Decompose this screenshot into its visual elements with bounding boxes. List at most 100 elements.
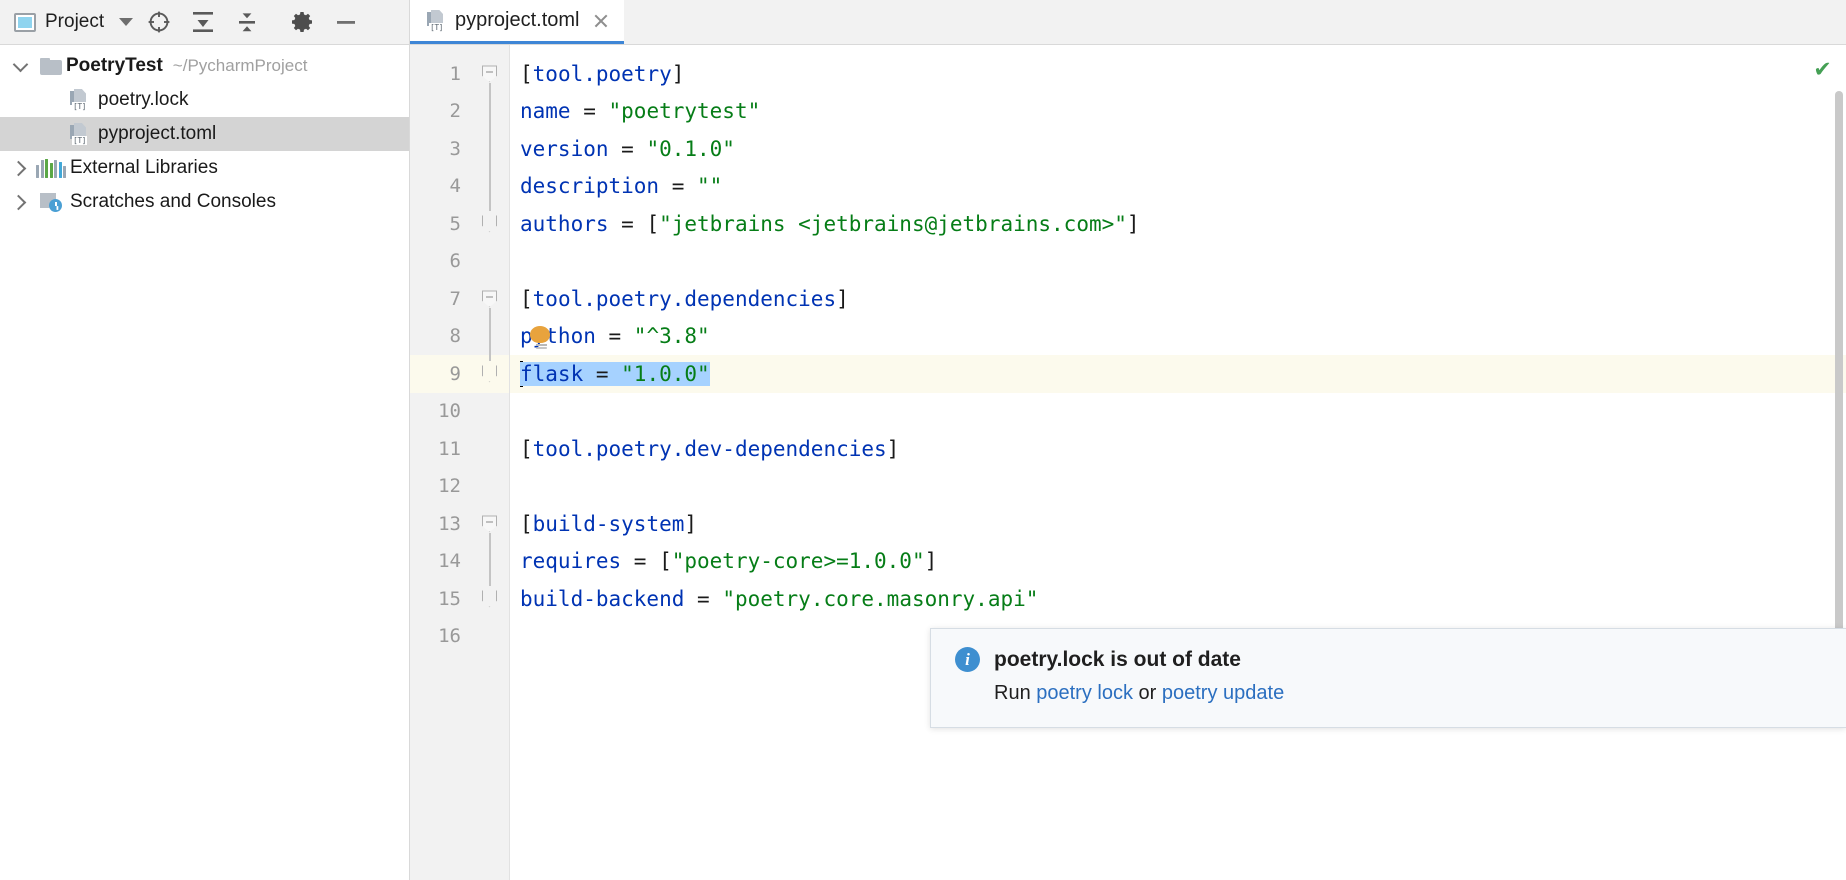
expand-all-button[interactable] <box>181 0 225 44</box>
code-line[interactable]: requires = ["poetry-core>=1.0.0"] <box>510 543 1846 581</box>
gutter-line-number[interactable]: 8 <box>410 318 509 356</box>
chevron-down-icon[interactable] <box>119 18 133 26</box>
gutter-line-number[interactable]: 14 <box>410 543 509 581</box>
code-line[interactable]: [tool.poetry] <box>510 55 1846 93</box>
tree-item-label: Scratches and Consoles <box>70 191 276 213</box>
tree-item-pyproject-toml[interactable]: [T] pyproject.toml <box>0 117 409 151</box>
intention-bulb-icon[interactable] <box>530 326 552 348</box>
code-token: = <box>583 362 621 386</box>
code-line[interactable] <box>510 393 1846 431</box>
project-panel-icon <box>14 13 36 32</box>
code-token: "" <box>697 174 722 198</box>
code-editor[interactable]: 12345678910111213141516 ✔ [tool.poetry]n… <box>410 45 1846 880</box>
gutter-line-number[interactable]: 16 <box>410 618 509 656</box>
info-icon: i <box>955 647 980 672</box>
gutter-line-number[interactable]: 6 <box>410 243 509 281</box>
code-token: = [ <box>621 549 672 573</box>
fold-region-end-icon[interactable] <box>482 215 497 232</box>
inspection-ok-icon[interactable]: ✔ <box>1815 55 1830 80</box>
code-text: build-backend = "poetry.core.masonry.api… <box>520 587 1038 611</box>
gutter-line-number[interactable]: 13 <box>410 505 509 543</box>
tree-item-path: ~/PycharmProject <box>173 56 308 76</box>
notification-title: poetry.lock is out of date <box>994 648 1241 672</box>
poetry-lock-link[interactable]: poetry lock <box>1036 682 1133 704</box>
fold-region-guide <box>489 83 490 211</box>
gutter-line-number[interactable]: 3 <box>410 130 509 168</box>
tree-item-scratches-and-consoles[interactable]: Scratches and Consoles <box>0 185 409 219</box>
poetry-update-link[interactable]: poetry update <box>1162 682 1284 704</box>
code-token: "poetry-core>=1.0.0" <box>672 549 925 573</box>
close-icon[interactable] <box>592 12 610 30</box>
code-line[interactable]: version = "0.1.0" <box>510 130 1846 168</box>
code-token: = <box>571 99 609 123</box>
code-line[interactable]: [tool.poetry.dev-dependencies] <box>510 430 1846 468</box>
gutter-line-number[interactable]: 9 <box>410 355 509 393</box>
fold-region-end-icon[interactable] <box>482 365 497 382</box>
fold-region-guide <box>489 308 490 361</box>
gutter-line-number[interactable]: 7 <box>410 280 509 318</box>
gutter-line-number[interactable]: 2 <box>410 93 509 131</box>
code-token: "0.1.0" <box>646 137 735 161</box>
fold-collapse-icon[interactable] <box>482 290 497 307</box>
editor-gutter[interactable]: 12345678910111213141516 <box>410 45 510 880</box>
expand-arrow[interactable] <box>4 197 36 208</box>
tree-item-poetry-lock[interactable]: [T] poetry.lock <box>0 83 409 117</box>
project-toolwindow-header: Project <box>0 0 410 44</box>
code-line[interactable]: flask = "1.0.0" <box>510 355 1846 393</box>
fold-region-end-icon[interactable] <box>482 590 497 607</box>
code-token: ] <box>672 62 685 86</box>
code-line[interactable]: name = "poetrytest" <box>510 93 1846 131</box>
expand-arrow[interactable] <box>4 163 36 174</box>
select-opened-file-button[interactable] <box>137 0 181 44</box>
collapse-all-button[interactable] <box>225 0 269 44</box>
code-line[interactable]: build-backend = "poetry.core.masonry.api… <box>510 580 1846 618</box>
expand-all-icon <box>190 9 216 35</box>
toml-file-icon: [T] <box>426 10 446 32</box>
scratches-icon <box>36 192 66 212</box>
tree-item-external-libraries[interactable]: External Libraries <box>0 151 409 185</box>
code-token: ] <box>1127 212 1140 236</box>
gutter-line-number[interactable]: 12 <box>410 468 509 506</box>
code-token: version <box>520 137 609 161</box>
code-token: = <box>684 587 722 611</box>
code-token: flask <box>520 362 583 386</box>
minimize-icon <box>333 9 359 35</box>
gutter-line-number[interactable]: 5 <box>410 205 509 243</box>
gutter-line-number[interactable]: 1 <box>410 55 509 93</box>
code-line[interactable] <box>510 243 1846 281</box>
fold-collapse-icon[interactable] <box>482 65 497 82</box>
code-token: "poetry.core.masonry.api" <box>722 587 1038 611</box>
code-token: "poetrytest" <box>609 99 761 123</box>
tree-item-poetrytest[interactable]: PoetryTest ~/PycharmProject <box>0 49 409 83</box>
toolwindow-settings-button[interactable] <box>280 0 324 44</box>
expand-arrow[interactable] <box>4 63 36 70</box>
code-line[interactable]: authors = ["jetbrains <jetbrains@jetbrai… <box>510 205 1846 243</box>
code-token: [ <box>520 62 533 86</box>
code-line[interactable]: python = "^3.8" <box>510 318 1846 356</box>
code-token: = <box>609 137 647 161</box>
gutter-line-number[interactable]: 4 <box>410 168 509 206</box>
code-line[interactable]: [tool.poetry.dependencies] <box>510 280 1846 318</box>
hide-toolwindow-button[interactable] <box>324 0 368 44</box>
code-token: ] <box>684 512 697 536</box>
gutter-line-number[interactable]: 10 <box>410 393 509 431</box>
code-token: tool.poetry.dev-dependencies <box>533 437 887 461</box>
fold-collapse-icon[interactable] <box>482 515 497 532</box>
code-line[interactable]: [build-system] <box>510 505 1846 543</box>
code-line[interactable]: description = "" <box>510 168 1846 206</box>
notification-balloon[interactable]: i poetry.lock is out of date Run poetry … <box>930 628 1846 728</box>
code-line[interactable] <box>510 468 1846 506</box>
tree-item-label: pyproject.toml <box>98 123 216 145</box>
notification-body-middle: or <box>1133 682 1162 704</box>
project-tree[interactable]: PoetryTest ~/PycharmProject [T] poetry.l… <box>0 45 410 880</box>
project-toolwindow-title-button[interactable]: Project <box>10 0 137 44</box>
gutter-line-number[interactable]: 15 <box>410 580 509 618</box>
top-toolbar: Project <box>0 0 1846 45</box>
code-token: [ <box>520 287 533 311</box>
code-text: [tool.poetry] <box>520 62 684 86</box>
gutter-line-number[interactable]: 11 <box>410 430 509 468</box>
editor-code-area[interactable]: ✔ [tool.poetry]name = "poetrytest"versio… <box>510 45 1846 880</box>
library-icon <box>36 159 66 178</box>
tab-pyproject-toml[interactable]: [T] pyproject.toml <box>410 0 624 44</box>
editor-vertical-scrollbar[interactable] <box>1835 91 1843 691</box>
